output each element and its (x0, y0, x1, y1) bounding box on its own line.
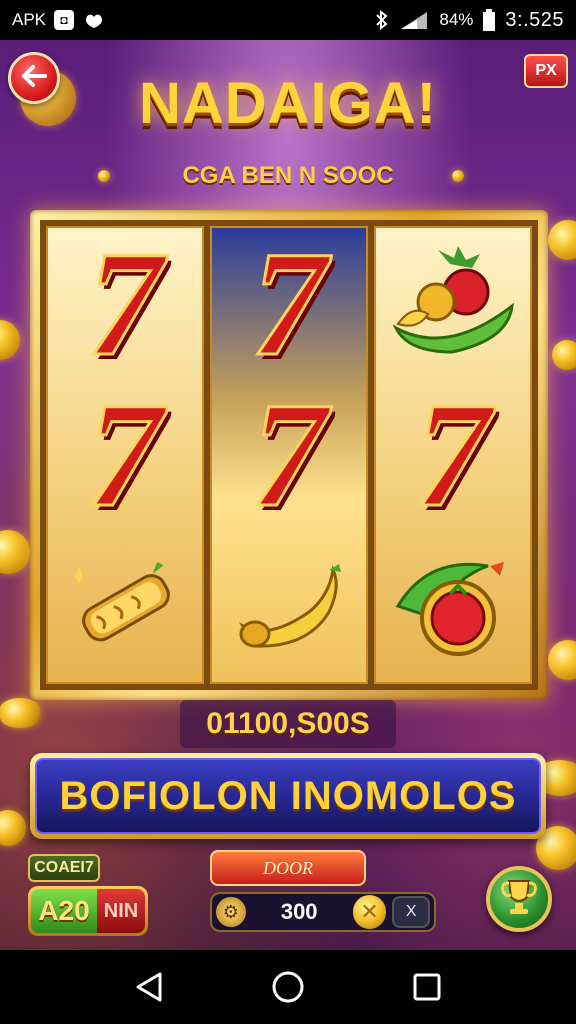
coin-icon[interactable]: ✕ (352, 895, 387, 929)
trophy-icon (501, 877, 537, 921)
slot-machine-frame: 7 7 7 7 7 (30, 210, 548, 700)
spin-button[interactable] (486, 866, 552, 932)
tomato-cucumber-symbol (388, 536, 518, 676)
reel-3: 7 (374, 226, 532, 684)
bet-selector[interactable]: A20 NIN (28, 886, 148, 936)
seven-symbol: 7 (86, 220, 164, 387)
bonus-banner-label: BOFIOLON INOMOLOS (35, 758, 541, 834)
coin-decoration (0, 530, 30, 574)
win-counter: 01100,S00S (180, 700, 396, 748)
nav-back-icon[interactable] (127, 965, 171, 1009)
app-label: APK (12, 10, 47, 29)
coin-decoration (0, 810, 26, 846)
reels-container: 7 7 7 7 7 (40, 220, 538, 690)
signal-icon (399, 10, 429, 30)
coin-decoration (552, 340, 576, 370)
nav-home-icon[interactable] (266, 965, 310, 1009)
seven-symbol: 7 (414, 371, 492, 538)
bet-suffix: NIN (97, 889, 145, 933)
settings-gear-icon[interactable]: ⚙ (216, 897, 246, 927)
nav-recents-icon[interactable] (405, 965, 449, 1009)
credit-amount: 300 (280, 899, 318, 924)
clock: 3:.525 (505, 8, 564, 31)
game-title: NADAIGA! (139, 71, 437, 136)
status-bar: APK ◘ 84% 3:.525 (0, 0, 576, 40)
door-button[interactable]: DOOR (210, 850, 366, 886)
android-nav-bar (0, 950, 576, 1024)
gold-banana-symbol (224, 536, 354, 676)
game-subtitle: CGA BEN N SOOC (182, 162, 394, 189)
notification-icon (82, 11, 106, 29)
coin-decoration (548, 640, 576, 680)
camera-icon: ◘ (54, 10, 75, 30)
bluetooth-icon (375, 10, 389, 30)
slot-game-screen: PX NADAIGA! CGA BEN N SOOC 7 7 7 7 7 011… (0, 40, 576, 950)
coin-decoration (0, 698, 40, 728)
bonus-banner-button[interactable]: BOFIOLON INOMOLOS (30, 753, 546, 839)
coin-decoration (548, 220, 576, 260)
seven-symbol: 7 (250, 371, 328, 538)
close-button[interactable]: X (392, 896, 431, 928)
seven-symbol: 7 (250, 220, 328, 387)
reel-1: 7 7 (46, 226, 204, 684)
credit-bar: ⚙ 300 ✕ X (210, 892, 436, 932)
battery-percent: 84% (439, 10, 474, 29)
coin-decoration (0, 320, 20, 360)
fruit-basket-symbol (388, 234, 518, 374)
gold-scroll-symbol (60, 536, 190, 676)
bet-label: COAEI7 (28, 854, 100, 882)
reel-2: 7 7 (210, 226, 368, 684)
bet-value: A20 (31, 889, 97, 933)
seven-symbol: 7 (86, 371, 164, 538)
battery-icon (483, 9, 496, 31)
